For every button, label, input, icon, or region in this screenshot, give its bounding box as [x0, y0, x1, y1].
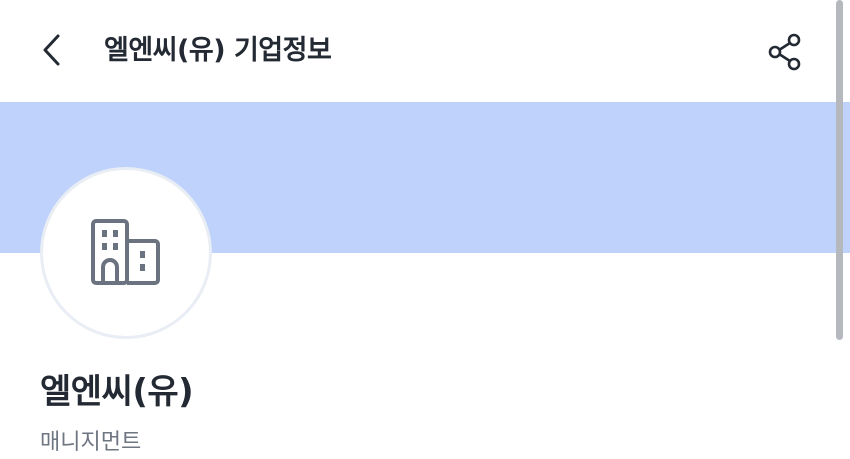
chevron-left-icon	[43, 34, 60, 66]
top-app-bar: 엘엔씨(유) 기업정보	[0, 0, 850, 102]
scrollbar[interactable]	[836, 0, 843, 340]
share-button[interactable]	[762, 29, 808, 75]
building-icon	[91, 219, 160, 285]
company-logo	[40, 167, 212, 339]
company-category: 매니지먼트	[40, 430, 142, 455]
company-name: 엘엔씨(유)	[40, 372, 194, 412]
page-title: 엘엔씨(유) 기업정보	[104, 35, 332, 66]
back-button[interactable]	[30, 28, 74, 72]
share-icon	[768, 33, 801, 71]
